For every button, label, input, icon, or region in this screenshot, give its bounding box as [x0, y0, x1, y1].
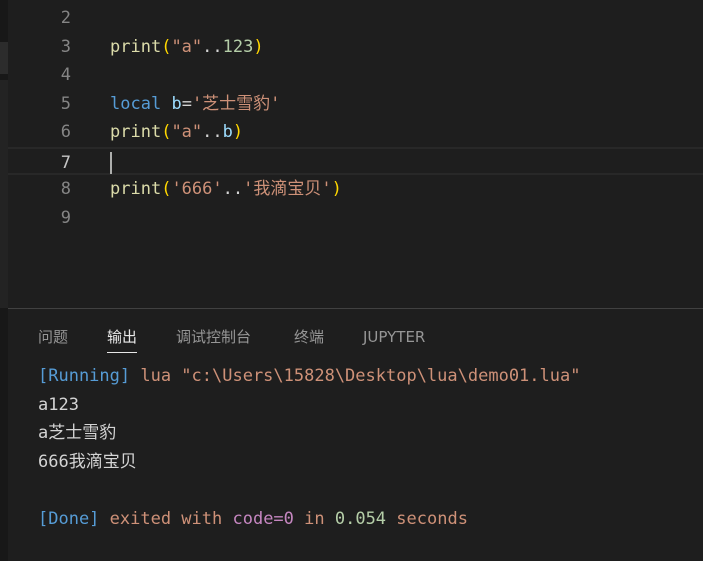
edge-marker	[0, 80, 8, 308]
code-token-op: ..	[202, 122, 223, 142]
done-exit-code: code=0	[232, 508, 294, 529]
done-exited-text: exited with	[99, 508, 233, 529]
line-number: 9	[60, 207, 71, 228]
panel-tabs: 问题 输出 调试控制台 终端 JUPYTER	[8, 309, 703, 357]
code-token-str: "a"	[171, 122, 203, 142]
code-token-br1: )	[331, 179, 342, 199]
editor-line: 3 print("a"..123)	[8, 33, 703, 61]
line-number: 8	[60, 179, 71, 199]
line-number: 5	[60, 93, 71, 114]
editor-line: 5 local b='芝士雪豹'	[8, 90, 703, 118]
code-token-str: "a"	[171, 36, 203, 57]
editor-line-current: 7	[8, 146, 703, 175]
output-line: a123	[38, 394, 79, 415]
tab-debug-console[interactable]: 调试控制台	[176, 323, 251, 351]
editor-line: 4	[8, 61, 703, 89]
output-blank-line	[38, 476, 580, 505]
editor-line: 6 print("a"..b)	[8, 118, 703, 146]
activity-edge	[0, 0, 8, 561]
done-tag: [Done]	[38, 508, 100, 529]
code-token-fn: print	[110, 179, 162, 199]
text-cursor	[110, 151, 112, 174]
bottom-panel: 问题 输出 调试控制台 终端 JUPYTER [Running] lua "c:…	[8, 308, 703, 561]
editor-line: 9	[8, 204, 703, 232]
code-token-br1: (	[161, 179, 172, 199]
code-token-br1: (	[161, 122, 172, 142]
code-token-br1: )	[232, 122, 244, 142]
output-content[interactable]: [Running] lua "c:\Users\15828\Desktop\lu…	[38, 362, 580, 533]
code-token-str: '芝士雪豹'	[191, 93, 281, 114]
code-token-br1: (	[161, 36, 172, 57]
line-code: local b='芝士雪豹'	[110, 90, 280, 118]
code-token-var: b	[222, 122, 233, 142]
tab-problems[interactable]: 问题	[38, 323, 68, 351]
line-code: print("a"..123)	[110, 33, 264, 61]
code-token-var: b	[171, 93, 182, 114]
output-line: a芝士雪豹	[38, 423, 117, 443]
code-token-br1: )	[253, 36, 264, 57]
running-command: lua "c:\Users\15828\Desktop\lua\demo01.l…	[130, 366, 581, 386]
code-token-op	[161, 94, 171, 114]
code-token-str: '我滴宝贝'	[243, 179, 332, 199]
code-token-num: 123	[222, 36, 254, 57]
code-token-op: =	[181, 93, 192, 114]
code-token-kw: local	[110, 93, 162, 114]
output-line: 666我滴宝贝	[38, 451, 137, 472]
code-token-fn: print	[110, 122, 162, 142]
edge-marker	[0, 42, 8, 74]
line-code: print('666'..'我滴宝贝')	[110, 175, 342, 203]
tab-output[interactable]: 输出	[107, 323, 138, 353]
line-number: 7	[60, 152, 71, 173]
code-token-op: ..	[222, 179, 244, 199]
output-running-line: [Running] lua "c:\Users\15828\Desktop\lu…	[38, 362, 580, 391]
code-token-str: '666'	[171, 179, 223, 199]
code-token-op: ..	[202, 36, 223, 57]
editor-line: 2	[8, 4, 703, 32]
output-done-line: [Done] exited with code=0 in 0.054 secon…	[38, 505, 580, 534]
running-tag: [Running]	[38, 366, 131, 386]
code-editor[interactable]: 2 3 print("a"..123) 4 5 local b='芝士雪豹' 6…	[8, 0, 703, 308]
done-seconds-text: seconds	[386, 508, 468, 529]
editor-line: 8 print('666'..'我滴宝贝')	[8, 175, 703, 203]
line-number: 3	[60, 36, 71, 57]
line-code: print("a"..b)	[110, 118, 243, 146]
code-token-fn: print	[110, 36, 162, 57]
line-number: 2	[60, 8, 71, 28]
done-in-text: in	[293, 508, 335, 529]
tab-terminal[interactable]: 终端	[294, 323, 324, 351]
line-number: 4	[60, 65, 71, 85]
line-number: 6	[60, 122, 71, 142]
done-time: 0.054	[334, 508, 387, 529]
tab-jupyter[interactable]: JUPYTER	[363, 323, 425, 351]
